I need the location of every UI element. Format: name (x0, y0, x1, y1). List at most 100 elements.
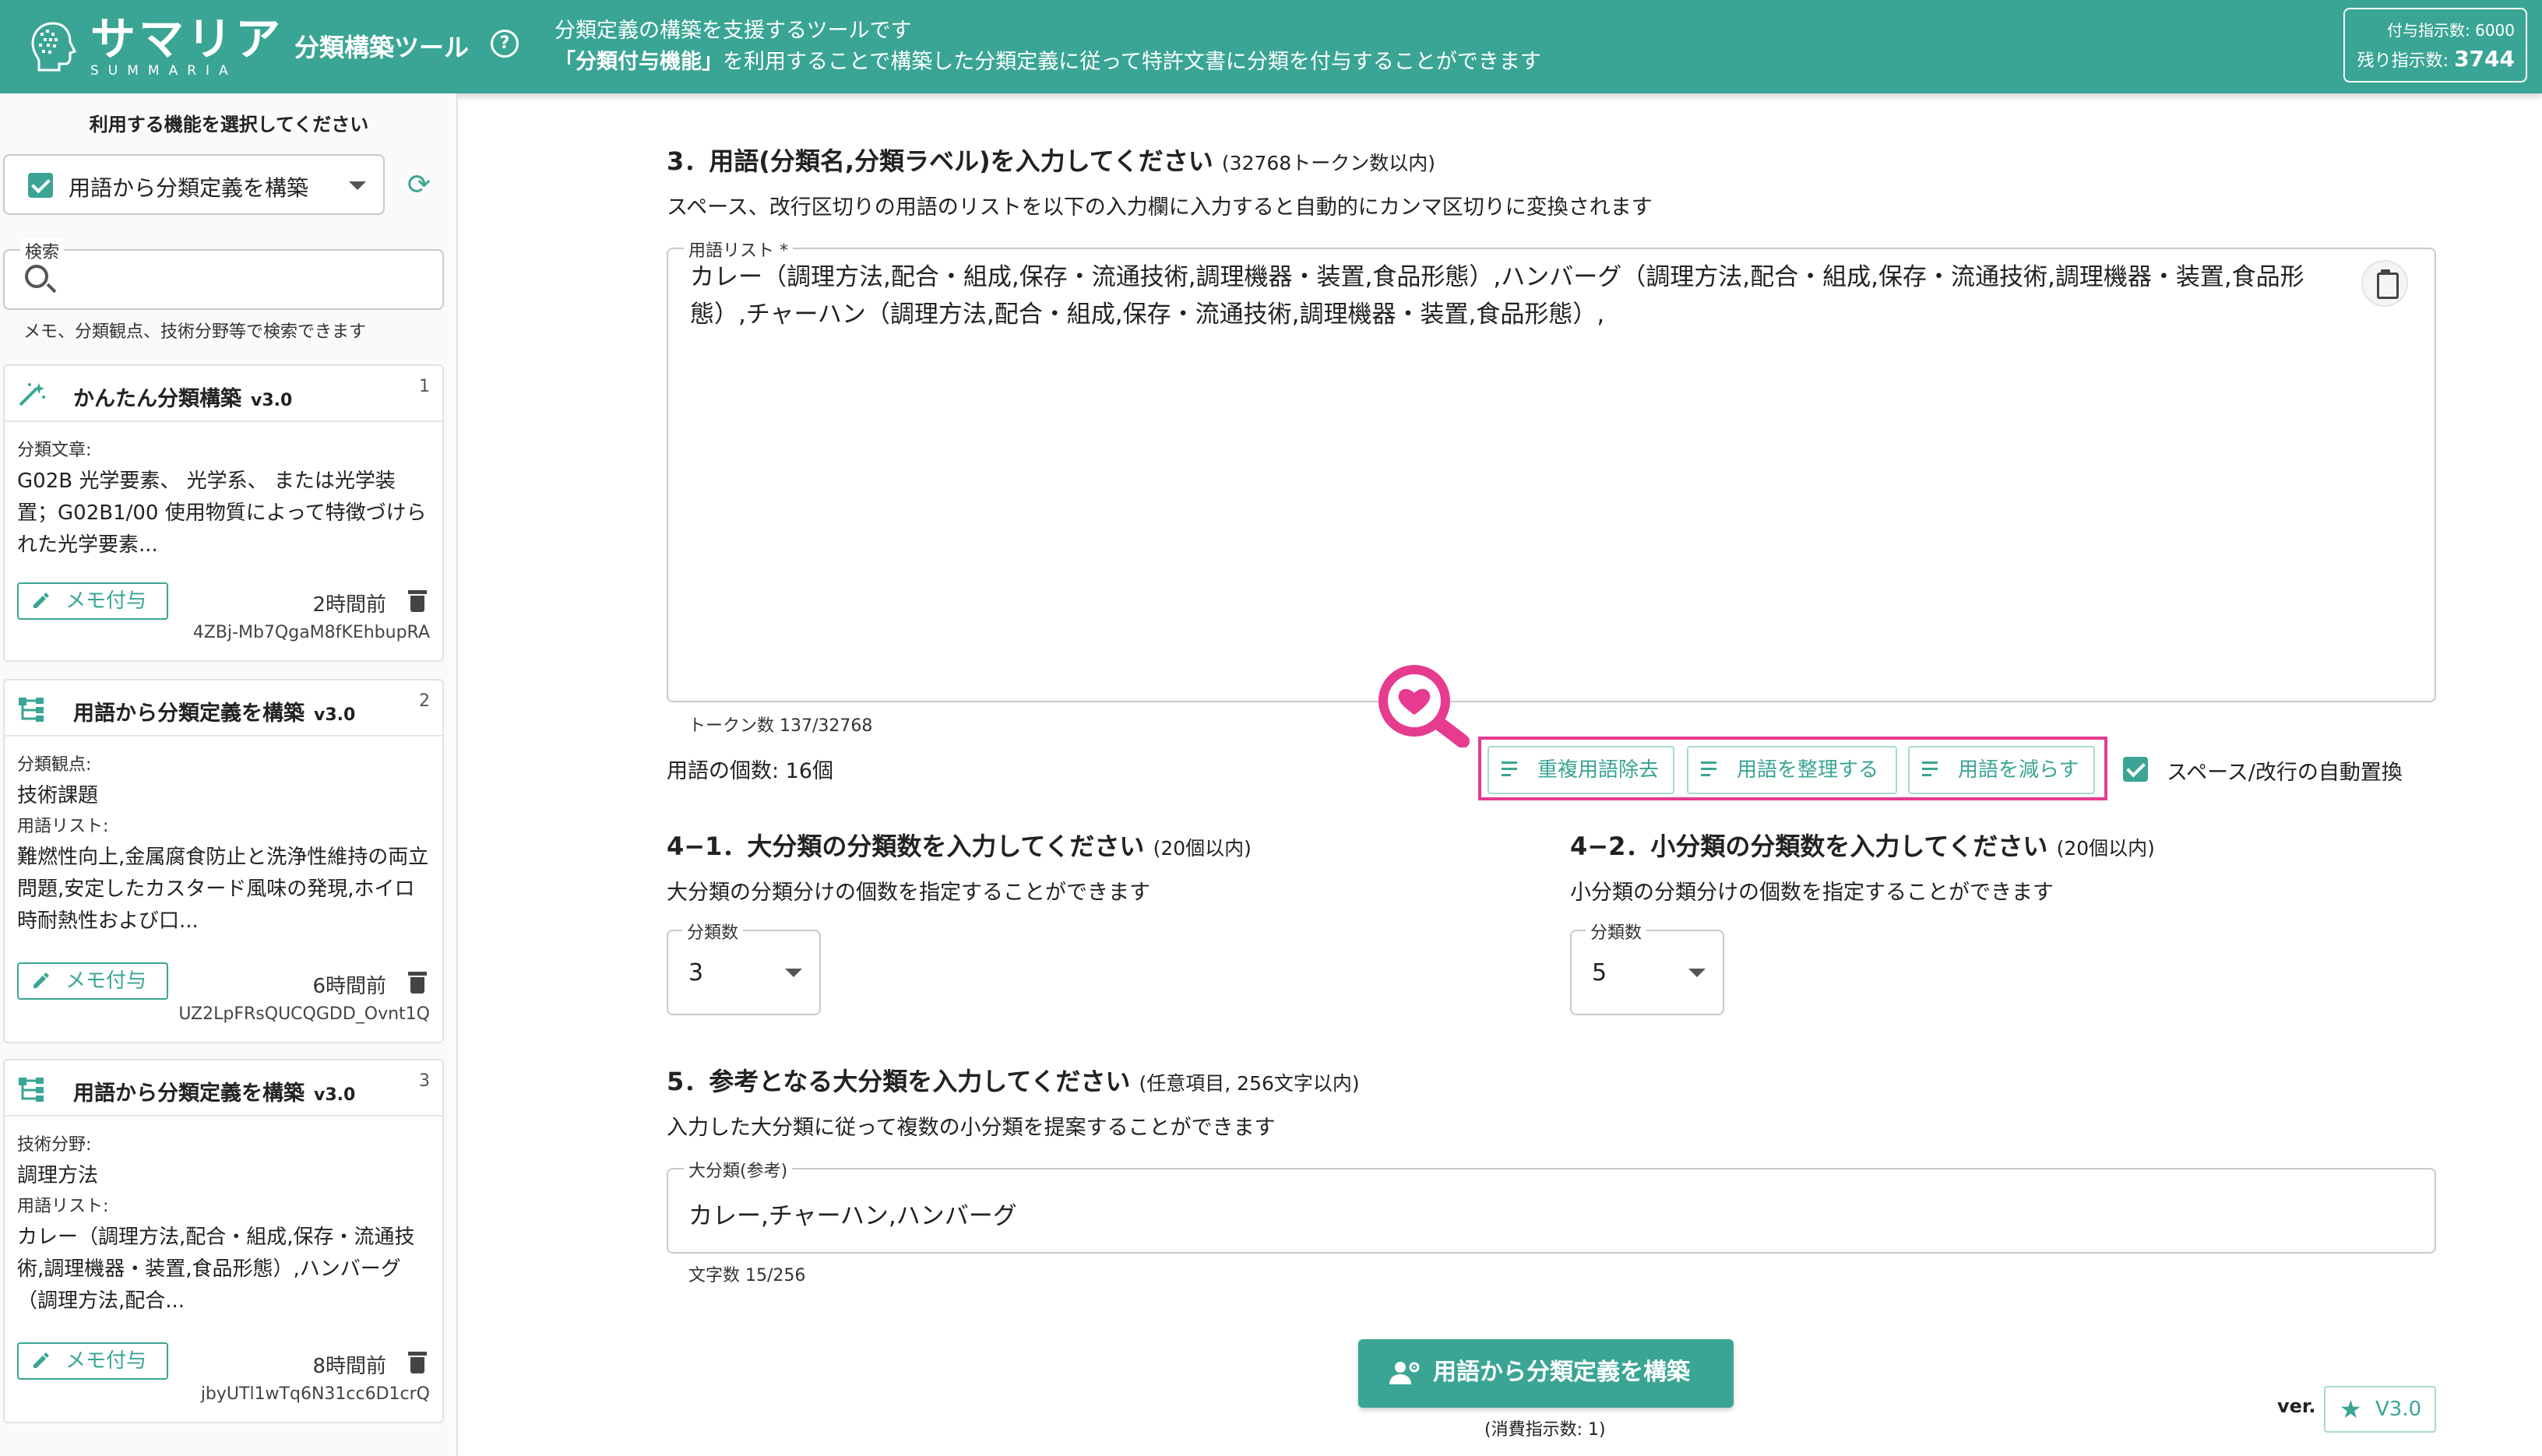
sidebar-heading: 利用する機能を選択してください (89, 114, 369, 135)
card-title: 用語から分類定義を構築 (73, 1081, 305, 1106)
card-id: UZ2LpFRsQUCQGDD_Ovnt1Q (178, 1004, 430, 1024)
build-definition-button[interactable]: 用語から分類定義を構築 (1358, 1339, 1734, 1408)
card-title: かんたん分類構築 (73, 387, 241, 411)
search-input[interactable]: 検索 (3, 238, 444, 310)
organize-terms-button-label: 用語を整理する (1737, 758, 1879, 782)
card-field-value: 難燃性向上,金属腐食防止と洗浄性維持の両立問題,安定したカスタード風味の発現,ホ… (17, 846, 429, 933)
auto-replace-label: スペース/改行の自動置換 (2167, 761, 2403, 785)
pencil-icon (33, 593, 49, 608)
section42-title-text: 4−2．小分類の分類数を入力してください (1570, 832, 2048, 861)
magic-wand-icon (17, 382, 47, 408)
logo-english: SUMMARIA (90, 63, 238, 79)
section41-description: 大分類の分類分けの個数を指定することができます (667, 881, 1150, 905)
organize-terms-button[interactable]: 用語を整理する (1687, 746, 1897, 794)
major-count-value: 3 (688, 959, 704, 986)
history-card[interactable]: かんたん分類構築 v3.0 1 分類文章: G02B 光学要素、 光学系、 または… (3, 364, 444, 662)
chevron-down-icon (349, 181, 366, 190)
quota-remaining-label: 残り指示数: (2357, 51, 2449, 71)
major-count-select[interactable]: 分類数 3 (667, 919, 821, 1015)
major-reference-input[interactable]: 大分類(参考) カレー,チャーハン,ハンバーグ (667, 1157, 2436, 1254)
card-time-ago: 2時間前 (312, 593, 386, 617)
card-field-value: 技術課題 (17, 784, 99, 807)
refresh-icon[interactable]: ⟳ (403, 170, 435, 201)
list-remove-icon (1502, 761, 1522, 780)
card-field-value: 調理方法 (17, 1164, 99, 1187)
section41-title: 4−1．大分類の分類数を入力してください (20個以内) (667, 827, 1252, 863)
auto-replace-checkbox[interactable] (2123, 757, 2148, 782)
reduce-terms-button[interactable]: 用語を減らす (1908, 746, 2095, 794)
heart-marker-icon (1378, 665, 1470, 747)
card-version: v3.0 (314, 705, 356, 725)
reduce-terms-button-label: 用語を減らす (1958, 758, 2079, 782)
section3-title-text: 3．用語(分類名,分類ラベル)を入力してください (667, 146, 1213, 176)
memo-button[interactable]: メモ付与 (17, 962, 168, 1000)
tree-icon (17, 1076, 47, 1103)
section42-title: 4−2．小分類の分類数を入力してください (20個以内) (1570, 827, 2155, 863)
section3-description: スペース、改行区切りの用語のリストを以下の入力欄に入力すると自動的にカンマ区切り… (667, 195, 1653, 220)
chevron-down-icon (1688, 969, 1706, 977)
section5-limit: (任意項目, 256文字以内) (1139, 1072, 1360, 1095)
section42-description: 小分類の分類分けの個数を指定することができます (1570, 881, 2054, 905)
dedupe-button-label: 重複用語除去 (1537, 758, 1660, 782)
trash-icon[interactable] (408, 1352, 427, 1373)
header-description: 分類定義の構築を支援するツールです 「分類付与機能」を利用することで構築した分類… (555, 16, 1541, 78)
token-count: トークン数 137/32768 (688, 716, 873, 736)
logo-head-icon (25, 19, 81, 75)
version-button[interactable]: ★ V3.0 (2324, 1386, 2436, 1433)
card-number: 2 (419, 691, 430, 711)
pencil-icon (33, 972, 49, 988)
char-count: 文字数 15/256 (688, 1266, 806, 1285)
card-id: 4ZBj-Mb7QgaM8fKEhbupRA (192, 623, 430, 642)
section5-description: 入力した大分類に従って複数の小分類を提案することができます (667, 1116, 1276, 1140)
list-remove-icon (1701, 761, 1721, 780)
memo-button-label: メモ付与 (65, 1349, 147, 1373)
consume-note: (消費指示数: 1) (1484, 1420, 1606, 1440)
function-select-value: 用語から分類定義を構築 (69, 175, 309, 201)
major-reference-label: 大分類(参考) (684, 1157, 793, 1182)
header-desc-line1: 分類定義の構築を支援するツールです (555, 19, 912, 43)
section3-limit: (32768トークン数以内) (1221, 152, 1435, 174)
memo-button[interactable]: メモ付与 (17, 582, 168, 620)
section3-title: 3．用語(分類名,分類ラベル)を入力してください (32768トークン数以内) (667, 142, 1435, 178)
list-remove-icon (1922, 761, 1942, 780)
card-field-value: G02B 光学要素、 光学系、 または光学装置；G02B1/00 使用物質によっ… (17, 470, 427, 557)
version-label: ver. (2277, 1395, 2316, 1417)
header-desc-line2: を利用することで構築した分類定義に従って特許文書に分類を付与することができます (723, 50, 1541, 74)
chevron-down-icon (785, 969, 802, 977)
search-icon (25, 265, 48, 288)
terms-value: カレー（調理方法,配合・組成,保存・流通技術,調理機器・装置,食品形態）,ハンバ… (690, 263, 2304, 329)
dedupe-button[interactable]: 重複用語除去 (1488, 746, 1674, 794)
help-icon[interactable]: ? (491, 30, 519, 58)
minor-count-label: 分類数 (1586, 919, 1647, 944)
main-content: 3．用語(分類名,分類ラベル)を入力してください (32768トークン数以内) … (459, 93, 2542, 1456)
quota-total: 付与指示数: 6000 (2387, 21, 2515, 40)
star-icon: ★ (2340, 1394, 2362, 1424)
terms-textarea[interactable]: 用語リスト * カレー（調理方法,配合・組成,保存・流通技術,調理機器・装置,食… (667, 237, 2436, 702)
card-field-value: カレー（調理方法,配合・組成,保存・流通技術,調理機器・装置,食品形態）,ハンバ… (17, 1226, 415, 1313)
history-card[interactable]: 用語から分類定義を構築 v3.0 2 分類観点: 技術課題 用語リスト: 難燃性向… (3, 679, 444, 1043)
quota-box: 付与指示数: 6000 残り指示数: 3744 (2343, 8, 2527, 83)
minor-count-value: 5 (1592, 959, 1607, 986)
checkbox-icon (28, 173, 53, 198)
quota-remaining-value: 3744 (2454, 46, 2515, 72)
card-number: 1 (419, 377, 430, 396)
minor-count-select[interactable]: 分類数 5 (1570, 919, 1724, 1015)
card-field-label: 分類文章: (17, 441, 92, 460)
memo-button[interactable]: メモ付与 (17, 1342, 168, 1380)
card-time-ago: 6時間前 (312, 975, 386, 998)
trash-icon[interactable] (408, 972, 427, 994)
search-label: 検索 (20, 238, 65, 263)
function-select[interactable]: 用語から分類定義を構築 (3, 154, 385, 215)
trash-icon[interactable] (408, 590, 427, 612)
clipboard-icon[interactable] (2361, 260, 2408, 307)
section5-title: 5．参考となる大分類を入力してください (任意項目, 256文字以内) (667, 1062, 1360, 1098)
summaria-logo[interactable]: サマリア SUMMARIA (25, 11, 283, 83)
sidebar: 利用する機能を選択してください 用語から分類定義を構築 ⟳ 検索 メモ、分類観点… (0, 93, 458, 1456)
major-reference-value: カレー,チャーハン,ハンバーグ (688, 1202, 1017, 1230)
person-settings-icon (1389, 1362, 1420, 1384)
tool-title: 分類構築ツール (294, 33, 470, 62)
history-card[interactable]: 用語から分類定義を構築 v3.0 3 技術分野: 調理方法 用語リスト: カレー（… (3, 1059, 444, 1423)
card-time-ago: 8時間前 (312, 1355, 386, 1378)
card-number: 3 (419, 1071, 430, 1091)
card-field-label: 技術分野: (17, 1135, 92, 1155)
